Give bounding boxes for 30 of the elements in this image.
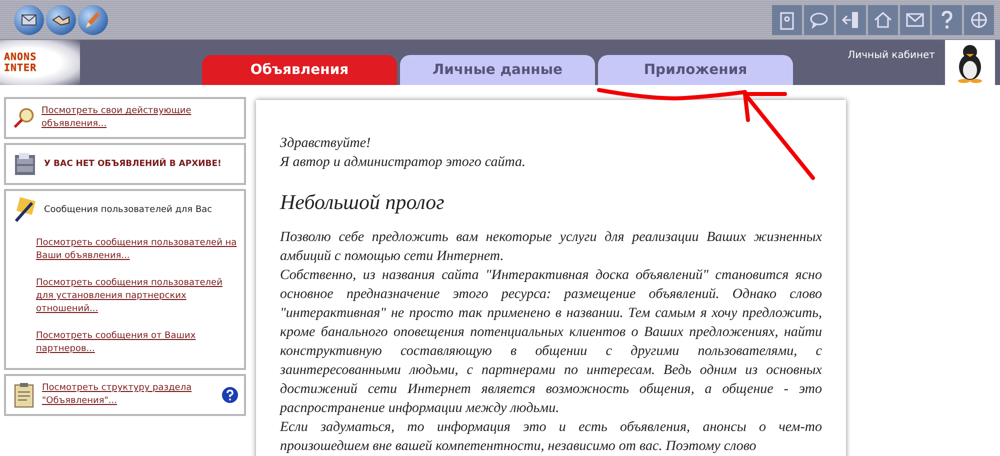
account-label[interactable]: Личный кабинет (848, 50, 935, 61)
nav-tab[interactable]: Приложения (598, 55, 793, 85)
sidebar-link[interactable]: Посмотреть сообщения пользователей для установления партнерских отношений... (36, 277, 238, 316)
exit-icon[interactable] (836, 4, 866, 34)
article-heading: Небольшой пролог (280, 190, 446, 214)
group-title: Сообщения пользователей для Вас (44, 205, 212, 215)
mail-icon[interactable] (900, 4, 930, 34)
help-icon[interactable] (222, 387, 238, 403)
chat-icon[interactable] (804, 4, 834, 34)
home-icon[interactable] (868, 4, 898, 34)
sidebar-link[interactable]: Посмотреть сообщения от Ваших партнеров... (36, 330, 238, 356)
envelope-globe-icon[interactable] (14, 4, 44, 34)
nav-tab[interactable]: Личные данные (400, 55, 595, 85)
file-cabinet-icon (12, 151, 38, 177)
pen-notes-icon (12, 197, 38, 223)
article-paragraph: Если задуматься, то информация это и есть объявления, анонсы о чем-то произошедшем вне вашей компетентности, независимо от вас. Поэтому слово (280, 419, 822, 456)
id-badge-icon[interactable] (772, 4, 802, 34)
greeting-text: Я автор и администратор этого сайта. (280, 154, 526, 172)
site-logo[interactable]: ANONS INTER (0, 40, 80, 85)
sidebar-link[interactable]: Посмотреть свои действующие объявления... (41, 105, 238, 131)
compass-icon[interactable] (964, 4, 994, 34)
sidebar-link[interactable]: Посмотреть структуру раздела "Объявления"... (42, 382, 216, 408)
nav-tab[interactable]: Объявления (202, 55, 397, 85)
clipboard-icon (12, 382, 36, 408)
magnifier-icon (12, 105, 36, 131)
article-paragraph: Собственно, из названия сайта "Интерактивная доска объявлений" становится ясно основное предназначение этого ресурса: размещение объявлений. Однако слово "интерактивная" не просто так применено в названии. Тем самым я хочу предложить, кроме банального оповещения потенциальных клиентов о Ваших предложениях, найти конструктивную составляющую в общении с другими пользователями, с заинтересованными людьми, с партнерами по интересам. Ведь одним из основных достижений сети Интернет является возможность общения, а общение - это распространение информации между людьми. (280, 267, 822, 418)
sidebar-link[interactable]: Посмотреть сообщения пользователей на Ваши объявления... (36, 237, 238, 263)
article-paragraph: Позволю себе предложить вам некоторые услуги для реализации Ваших жизненных амбиций с помощью сети Интернет. (280, 229, 822, 266)
greeting-text: Здравствуйте! (280, 135, 372, 153)
archive-notice: У ВАС НЕТ ОБЪЯВЛЕНИЙ В АРХИВЕ! (44, 159, 222, 169)
